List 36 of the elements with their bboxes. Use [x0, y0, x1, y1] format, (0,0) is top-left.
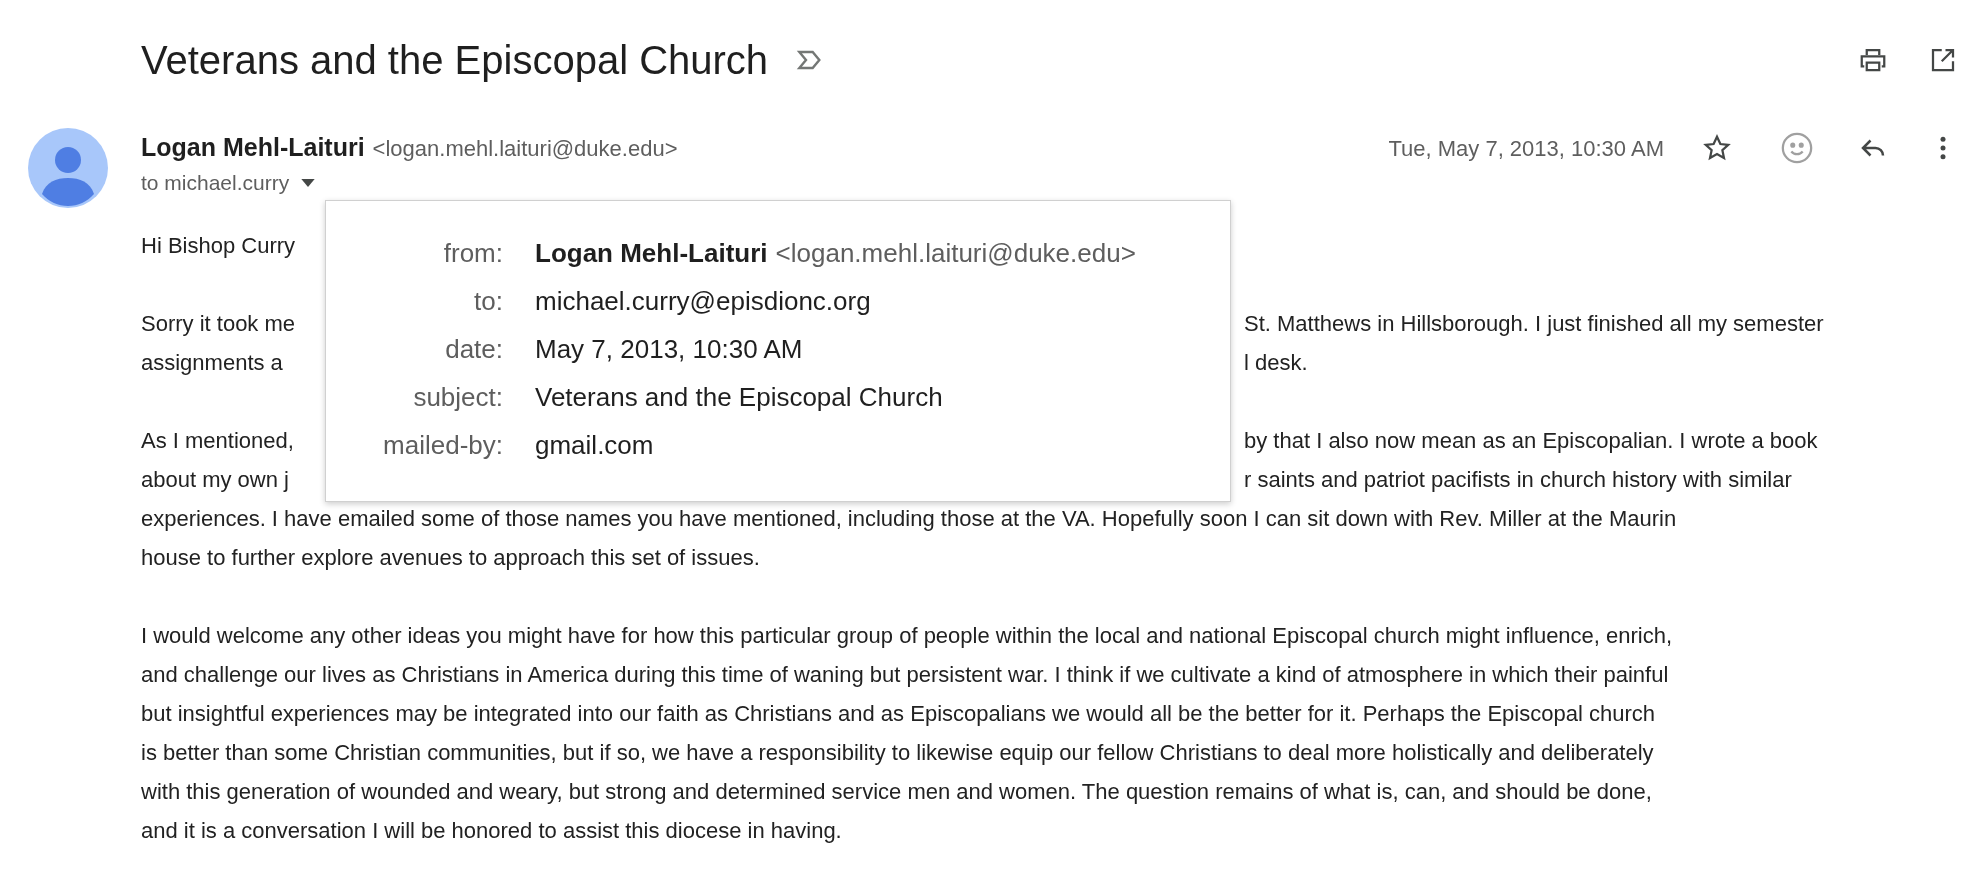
body-text: and it is a conversation I will be honored to assist this diocese in having.: [141, 817, 842, 845]
body-text: but insightful experiences may be integrated into our faith as Christians and as Episcopalians we would all be the better for it. Perhaps the Episcopal church: [141, 700, 1655, 728]
detail-label: subject:: [413, 381, 503, 412]
body-text: by that I also now mean as an Episcopalian. I wrote a book: [1244, 428, 1818, 453]
body-text: l desk.: [1244, 350, 1308, 375]
body-text: I would welcome any other ideas you might have for how this particular group of people within the local and national Episcopal church might influence, enrich,: [141, 622, 1673, 650]
detail-name: Logan Mehl-Laituri: [535, 236, 768, 270]
sender-email: <logan.mehl.laituri@duke.edu>: [372, 134, 678, 163]
body-text: about my own j: [141, 467, 289, 492]
detail-value: Veterans and the Episcopal Church: [535, 380, 943, 414]
sender-name: Logan Mehl-Laituri: [141, 132, 365, 164]
detail-label: from:: [443, 237, 503, 268]
body-text: assignments a: [141, 350, 283, 375]
star-icon[interactable]: [1702, 133, 1732, 163]
body-text: Sorry it took me: [141, 311, 296, 336]
detail-value: gmail.com: [535, 428, 654, 462]
detail-label: date:: [445, 333, 503, 364]
detail-value: <logan.mehl.laituri@duke.edu>: [775, 236, 1136, 270]
body-text: experiences. I have emailed some of those names you have mentioned, including those at the VA. Hopefully soon I can sit down with Rev. Miller at the Maurin: [141, 505, 1677, 533]
body-text: r saints and patriot pacifists in church history with similar: [1244, 467, 1792, 492]
detail-label: to:: [474, 285, 503, 316]
detail-value: michael.curry@episdionc.org: [535, 284, 871, 318]
body-text: St. Matthews in Hillsborough. I just finished all my semester: [1244, 311, 1824, 336]
body-text: house to further explore avenues to approach this set of issues.: [141, 544, 760, 572]
detail-value: May 7, 2013, 10:30 AM: [535, 332, 803, 366]
detail-label: mailed-by:: [383, 429, 503, 460]
body-text: As I mentioned,: [141, 428, 294, 453]
body-text: with this generation of wounded and weary, but strong and determined service men and women. The question remains of what is, can, and should be done,: [141, 778, 1652, 806]
email-date: Tue, May 7, 2013, 10:30 AM: [1388, 134, 1664, 163]
emoji-icon[interactable]: [1780, 131, 1814, 165]
body-text: Hi Bishop Curry: [141, 233, 296, 258]
body-text: is better than some Christian communities, but if so, we have a responsibility to likewise equip our fellow Christians to deal more holistically and deliberately: [141, 739, 1654, 767]
email-subject: Veterans and the Episcopal Church: [141, 37, 769, 84]
body-text: and challenge our lives as Christians in America during this time of waning but persistent war. I think if we cultivate a kind of atmosphere in which their painful: [141, 661, 1669, 689]
recipient-text: to michael.curry: [141, 170, 290, 197]
dropdown-caret-icon[interactable]: [301, 179, 316, 187]
